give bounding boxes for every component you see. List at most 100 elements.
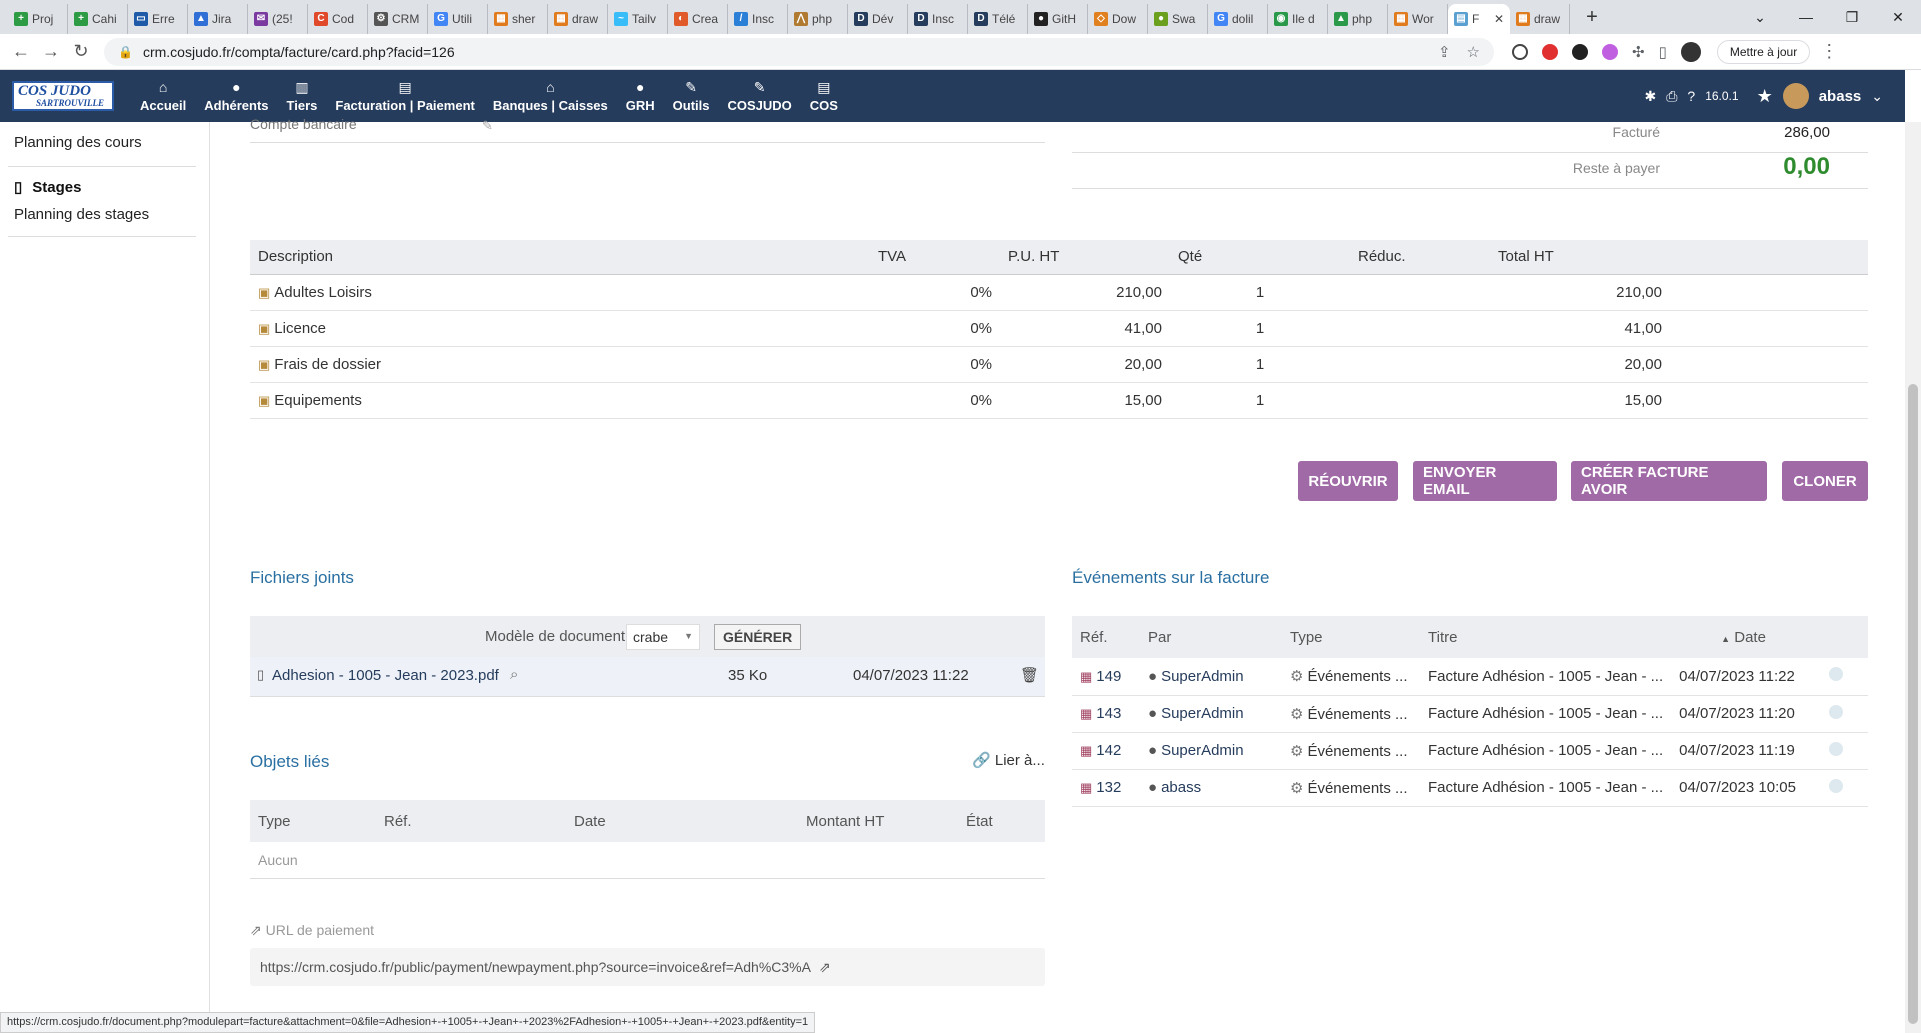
scrollbar-thumb[interactable]: [1908, 384, 1918, 1024]
tab-search-icon[interactable]: ⌄: [1737, 9, 1783, 26]
help-icon[interactable]: ?: [1687, 88, 1695, 104]
browser-tab[interactable]: ◇ Dow: [1088, 4, 1148, 34]
page-scrollbar[interactable]: [1905, 122, 1921, 1033]
file-name-link[interactable]: Adhesion - 1005 - Jean - 2023.pdf: [272, 667, 499, 684]
new-tab-button[interactable]: +: [1578, 6, 1606, 29]
extension-1-icon[interactable]: [1512, 43, 1528, 60]
browser-tab[interactable]: ▦ sher: [488, 4, 548, 34]
model-select[interactable]: crabe ▼: [626, 624, 700, 650]
product-label[interactable]: Equipements: [274, 392, 362, 409]
payment-url-field[interactable]: https://crm.cosjudo.fr/public/payment/ne…: [250, 948, 1045, 986]
browser-tab[interactable]: ▲ Jira: [188, 4, 248, 34]
browser-tab[interactable]: D Insc: [908, 4, 968, 34]
send-email-button[interactable]: ENVOYER EMAIL: [1413, 461, 1557, 501]
link-to-button[interactable]: 🔗 Lier à...: [972, 751, 1045, 769]
browser-tab[interactable]: ● Swa: [1148, 4, 1208, 34]
menu-item[interactable]: ⌂ Banques | Caisses: [493, 79, 608, 113]
browser-tab[interactable]: + Cahi: [68, 4, 128, 34]
browser-tab[interactable]: ▤ F ✕: [1448, 4, 1510, 34]
event-ref-link[interactable]: 149: [1096, 668, 1121, 685]
line-spacer: [1670, 382, 1868, 419]
browser-tab[interactable]: C Cod: [308, 4, 368, 34]
extension-4-icon[interactable]: [1602, 43, 1618, 60]
product-label[interactable]: Licence: [274, 320, 326, 337]
event-text: Facture Adhésion - 1005 - Jean - ...: [1428, 742, 1664, 759]
event-user-link[interactable]: SuperAdmin: [1161, 705, 1244, 722]
menu-item[interactable]: ⌂ Accueil: [140, 79, 186, 113]
browser-tab[interactable]: G Utili: [428, 4, 488, 34]
chevron-down-icon[interactable]: ⌄: [1871, 88, 1883, 105]
bug-icon[interactable]: ✱: [1644, 88, 1656, 105]
browser-tab[interactable]: ▦ draw: [1510, 4, 1570, 34]
menu-item[interactable]: ● GRH: [626, 79, 655, 113]
generate-button[interactable]: GÉNÉRER: [714, 624, 802, 650]
browser-tab[interactable]: ▦ Wor: [1388, 4, 1448, 34]
browser-tab[interactable]: ◉ Ile d: [1268, 4, 1328, 34]
browser-tab[interactable]: ~ Tailv: [608, 4, 668, 34]
browser-tab[interactable]: ⋀ php: [788, 4, 848, 34]
minimize-icon[interactable]: —: [1783, 9, 1829, 25]
browser-tab[interactable]: D Télé: [968, 4, 1028, 34]
browser-tab[interactable]: ▭ Erre: [128, 4, 188, 34]
edit-pencil-icon[interactable]: ✎: [482, 118, 493, 134]
bookmark-star-icon[interactable]: ☆: [1467, 43, 1480, 61]
menu-item[interactable]: ▤ Facturation | Paiement: [335, 79, 474, 113]
browser-tab[interactable]: ✉ (25!: [248, 4, 308, 34]
browser-tab[interactable]: ◐ Crea: [668, 4, 728, 34]
browser-tab[interactable]: / Insc: [728, 4, 788, 34]
event-ref-link[interactable]: 142: [1096, 742, 1121, 759]
preview-zoom-icon[interactable]: ⌕: [510, 666, 518, 683]
gear-icon: ⚙: [1290, 668, 1304, 686]
restore-icon[interactable]: ❐: [1829, 9, 1875, 26]
forward-icon[interactable]: →: [36, 41, 66, 62]
share-icon[interactable]: ⇪: [1438, 43, 1451, 61]
trash-icon[interactable]: 🗑: [1020, 666, 1039, 684]
browser-tab[interactable]: ⚙ CRM: [368, 4, 428, 34]
browser-tab[interactable]: ▦ draw: [548, 4, 608, 34]
logo[interactable]: COS JUDO SARTROUVILLE: [12, 81, 114, 111]
close-window-icon[interactable]: ✕: [1875, 9, 1921, 26]
browser-tab[interactable]: ● GitH: [1028, 4, 1088, 34]
browser-menu-icon[interactable]: ⋮: [1820, 41, 1838, 62]
update-button[interactable]: Mettre à jour: [1716, 39, 1811, 64]
menu-item[interactable]: ✎ COSJUDO: [728, 79, 792, 113]
product-label[interactable]: Frais de dossier: [274, 356, 381, 373]
browser-tab[interactable]: ▲ php: [1328, 4, 1388, 34]
col-date[interactable]: ▲ Date: [1671, 616, 1822, 658]
browser-tab[interactable]: + Proj: [8, 4, 68, 34]
event-ref-link[interactable]: 143: [1096, 705, 1121, 722]
event-cell: Facture Adhésion - 1005 - Jean - ...: [1420, 695, 1672, 733]
event-user-link[interactable]: SuperAdmin: [1161, 742, 1244, 759]
product-label[interactable]: Adultes Loisirs: [274, 284, 372, 301]
back-icon[interactable]: ←: [6, 41, 36, 62]
menu-item[interactable]: ● Adhérents: [204, 79, 268, 113]
close-tab-icon[interactable]: ✕: [1494, 12, 1504, 26]
bookmarks-star-icon[interactable]: ★: [1757, 86, 1773, 107]
sidebar-item-planning-cours[interactable]: Planning des cours: [14, 134, 142, 151]
browser-tab[interactable]: Gdolil: [1208, 4, 1268, 34]
reload-icon[interactable]: ↻: [66, 41, 96, 62]
open-external-icon[interactable]: ⇗: [819, 959, 831, 976]
event-user-link[interactable]: abass: [1161, 779, 1201, 796]
print-icon[interactable]: ⎙: [1666, 88, 1677, 105]
create-credit-note-button[interactable]: CRÉER FACTURE AVOIR: [1571, 461, 1767, 501]
extension-3-icon[interactable]: [1572, 43, 1588, 60]
url-input[interactable]: 🔒 crm.cosjudo.fr/compta/facture/card.php…: [104, 37, 1494, 66]
menu-item[interactable]: ▥ Tiers: [287, 79, 318, 113]
event-ref-link[interactable]: 132: [1096, 779, 1121, 796]
reopen-button[interactable]: RÉOUVRIR: [1298, 461, 1398, 501]
sidebar-section-stages[interactable]: ▯ Stages: [14, 178, 81, 197]
menu-item[interactable]: ▤ COS: [810, 79, 838, 113]
menu-item[interactable]: ✎ Outils: [673, 79, 710, 113]
sidepanel-icon[interactable]: ▯: [1659, 43, 1667, 61]
profile-avatar[interactable]: [1680, 41, 1701, 62]
clone-button[interactable]: CLONER: [1782, 461, 1868, 501]
puzzle-icon[interactable]: ✣: [1632, 43, 1645, 61]
col-date: Date: [566, 800, 798, 842]
browser-tab[interactable]: D Dév: [848, 4, 908, 34]
adblock-icon[interactable]: [1542, 43, 1558, 60]
user-name[interactable]: abass: [1819, 88, 1862, 105]
event-user-link[interactable]: SuperAdmin: [1161, 668, 1244, 685]
avatar[interactable]: [1782, 83, 1809, 109]
sidebar-item-planning-stages[interactable]: Planning des stages: [14, 206, 149, 223]
